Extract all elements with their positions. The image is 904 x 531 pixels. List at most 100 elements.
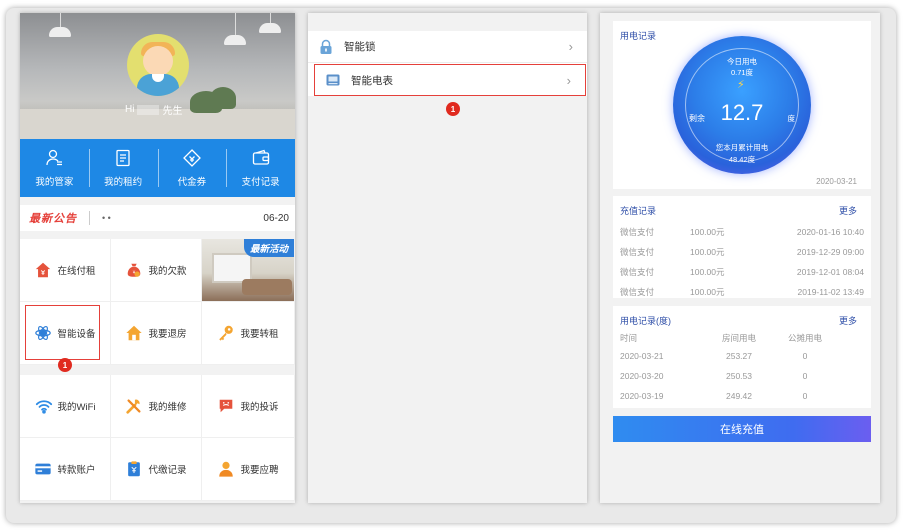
pay-amount: 100.00元 [690,287,725,297]
repair-icon [126,399,142,414]
room-usage: 250.53 [726,371,752,381]
announcement-title: 最新公告 [29,213,77,225]
room-usage: 253.27 [726,351,752,361]
today-usage-label: 今日用电 [727,57,757,66]
lamp-cord [60,13,61,27]
grid-item-repair[interactable]: 我的维修 [111,375,202,438]
column-header: 房间用电 [721,333,756,343]
grid-item-label: 在线付租 [57,266,96,277]
grid-item-label: 我的WiFi [57,402,96,413]
lamp-decoration [224,35,246,45]
greeting-prefix: Hi [125,104,135,115]
grid-item-online-rent[interactable]: 在线付租 [20,239,111,302]
grid-item-transfer-account[interactable]: 转款账户 [20,438,111,501]
grid-item-label: 我的欠款 [148,266,187,277]
more-link[interactable]: 更多 [839,204,857,217]
online-recharge-button[interactable]: 在线充值 [613,416,871,442]
table-row: 微信支付 100.00元 2019-12-29 09:00 [620,242,864,262]
column-header: 时间 [620,333,638,343]
quick-menu-label: 支付记录 [241,177,280,188]
key-icon [219,325,234,341]
divider [89,211,90,225]
table-row: 微信支付 100.00元 2020-01-16 10:40 [620,222,864,242]
grid-item-label: 转款账户 [57,465,96,476]
device-list: 智能锁 › 智能电表 › [308,31,587,96]
quick-menu-label: 我的管家 [35,177,74,188]
quick-menu-payment-records[interactable]: 支付记录 [226,139,295,197]
quick-menu-label: 代金券 [177,177,207,188]
announcement-text: • • [102,213,111,223]
redacted-name [137,104,160,115]
house-icon [126,325,143,341]
lamp-decoration [259,23,281,33]
card-title: 用电记录 [620,31,657,41]
promo-banner[interactable]: 最新活动 [202,239,295,302]
announcement-bar[interactable]: 最新公告 • • 06-20 [20,205,295,231]
usage-date: 2020-03-21 [620,351,664,361]
shared-usage: 0 [802,351,808,361]
shared-usage: 0 [802,371,808,381]
complaint-icon [220,399,233,413]
usage-date: 2020-03-19 [620,391,664,401]
grid-item-checkout[interactable]: 我要退房 [111,302,202,365]
lock-icon [320,39,332,54]
money-bag-icon: ¥ [128,263,141,277]
table-row: 微信支付 100.00元 2019-11-02 13:49 [620,282,864,302]
quick-menu-voucher[interactable]: 代金券 [157,139,227,197]
grid-item-my-debt[interactable]: ¥ 我的欠款 [111,239,202,302]
person-icon [219,461,234,477]
lamp-cord [235,13,236,35]
voucher-icon [182,149,201,167]
grid-item-wifi[interactable]: 我的WiFi [20,375,111,438]
step-badge: 1 [446,102,460,116]
usage-gauge-card: 用电记录 今日用电 0.71度 ⚡ 剩余 12.7 度 您本月累计用电 48.4… [613,21,871,189]
pay-method: 微信支付 [620,247,655,257]
lamp-cord [270,13,271,23]
service-grid-1: 在线付租 ¥ 我的欠款 最新活动 智能设备 1 我要退房 我要转租 [20,239,295,372]
grid-item-apply-job[interactable]: 我要应聘 [202,438,295,501]
quick-menu: 我的管家 我的租约 代金券 支付记录 [20,139,295,197]
table-header: 时间 房间用电 公摊用电 [620,330,864,346]
grid-item-label: 我要退房 [148,329,187,340]
pay-method: 微信支付 [620,267,655,277]
service-grid-2: 我的WiFi 我的维修 我的投诉 转款账户 代缴记录 我要应聘 [20,375,295,501]
pay-amount: 100.00元 [690,247,725,257]
table-row: 2020-03-20 250.53 0 [620,366,864,386]
quick-menu-butler[interactable]: 我的管家 [20,139,89,197]
plant-decoration [210,87,236,109]
grid-item-label: 代缴记录 [148,465,187,476]
avatar[interactable] [127,34,189,96]
table-row: 2020-03-19 249.42 0 [620,386,864,406]
quick-menu-lease[interactable]: 我的租约 [88,139,158,197]
chevron-right-icon: › [568,39,573,54]
month-usage-label: 您本月累计用电 [715,143,769,152]
wifi-icon [35,400,52,414]
grid-item-label: 我要转租 [240,329,279,340]
table-row: 微信支付 100.00元 2019-12-01 08:04 [620,262,864,282]
lightning-icon: ⚡ [737,79,745,91]
smart-device-icon [35,326,52,340]
meter-icon [326,74,340,86]
promo-tag: 最新活动 [243,239,294,257]
list-item-label: 智能锁 [344,41,376,53]
more-link[interactable]: 更多 [839,314,857,327]
grid-item-complaint[interactable]: 我的投诉 [202,375,295,438]
pay-amount: 100.00元 [690,227,725,237]
avatar-face [143,46,173,76]
grid-item-label: 我的维修 [148,402,187,413]
grid-item-payment-records[interactable]: 代缴记录 [111,438,202,501]
wallet-icon [252,149,269,165]
list-item-smart-lock[interactable]: 智能锁 › [308,31,587,63]
pay-amount: 100.00元 [690,267,725,277]
list-item-smart-meter[interactable]: 智能电表 › [314,64,586,96]
greeting-suffix: 先生 [162,106,183,117]
pay-method: 微信支付 [620,227,655,237]
remaining-unit: 度 [787,114,796,123]
pay-time: 2019-12-29 09:00 [796,247,864,257]
list-item-label: 智能电表 [351,74,393,87]
column-header: 公摊用电 [787,333,822,343]
grid-item-sublet[interactable]: 我要转租 [202,302,295,365]
greeting: Hi 先生 [125,102,182,117]
chevron-right-icon: › [566,72,571,88]
grid-item-smart-device[interactable]: 智能设备 1 [20,302,111,372]
